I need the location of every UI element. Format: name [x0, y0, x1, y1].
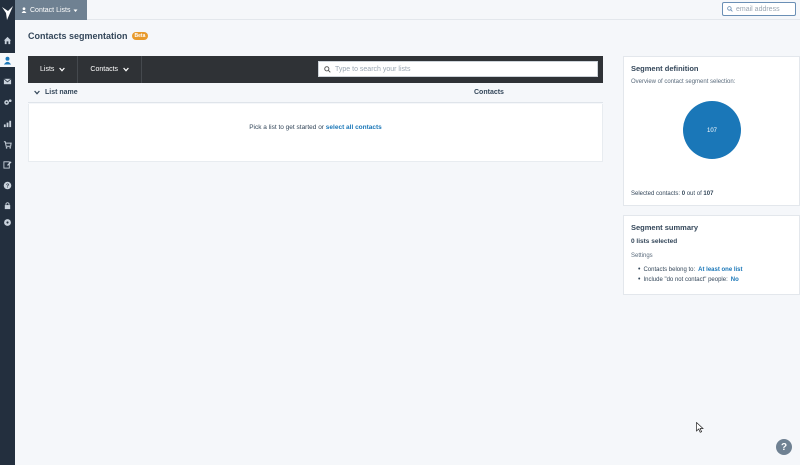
sidebar-item-contacts[interactable] [0, 53, 15, 67]
selected-total: 107 [703, 191, 714, 197]
table-header: List name Contacts [28, 83, 603, 103]
home-icon [3, 36, 12, 44]
chevron-down-icon [34, 90, 40, 95]
column-list-name-label: List name [45, 89, 78, 96]
menu-label: Contact Lists [30, 6, 71, 14]
setting-label: Include "do not contact" people: [643, 276, 728, 283]
segment-definition-title: Segment definition [631, 64, 699, 73]
chevron-down-icon [123, 67, 129, 72]
lists-toolbar: Lists Contacts Type to search your lists [28, 56, 603, 83]
top-bar [15, 0, 800, 20]
segment-summary-panel: Segment summary 0 lists selected Setting… [623, 215, 800, 295]
user-icon [21, 7, 27, 13]
sidebar: ? [0, 0, 15, 465]
sidebar-item-home[interactable] [0, 33, 15, 47]
setting-contacts-belong: Contacts belong to: At least one list [638, 266, 742, 273]
contacts-belong-value-link[interactable]: At least one list [698, 267, 742, 273]
search-icon [727, 6, 733, 12]
reports-icon [3, 120, 12, 127]
chevron-down-icon [59, 67, 66, 72]
sidebar-item-edit[interactable] [0, 157, 15, 171]
empty-message-text: Pick a list to get started or [249, 124, 324, 131]
segment-pie-chart: 107 [683, 101, 741, 159]
setting-label: Contacts belong to: [643, 266, 696, 273]
segment-definition-subtitle: Overview of contact segment selection: [631, 79, 736, 85]
tab-contacts-label: Contacts [90, 66, 119, 73]
tab-lists-label: Lists [40, 66, 55, 73]
search-placeholder: Type to search your lists [335, 65, 411, 73]
pie-value-label: 107 [707, 128, 718, 134]
search-icon [324, 65, 331, 73]
email-placeholder: email address [736, 5, 780, 13]
select-all-contacts-link[interactable]: select all contacts [326, 124, 382, 131]
mouse-cursor-icon [696, 422, 704, 433]
tab-lists[interactable]: Lists [28, 56, 79, 83]
segment-summary-title: Segment summary [631, 223, 699, 232]
edit-icon [3, 160, 12, 169]
selected-mid: out of [686, 191, 702, 197]
caret-down-icon [73, 9, 78, 12]
column-header-list-name[interactable]: List name [34, 89, 78, 96]
cart-icon [3, 140, 12, 149]
column-header-contacts[interactable]: Contacts [474, 89, 504, 96]
sidebar-item-cart[interactable] [0, 137, 15, 151]
selected-contacts-summary: Selected contacts: 0 out of 107 [631, 191, 713, 197]
settings-list: Contacts belong to: At least one list In… [638, 266, 743, 286]
sidebar-item-lock[interactable] [0, 198, 15, 212]
mail-icon [3, 78, 12, 84]
sidebar-item-help[interactable]: ? [0, 178, 15, 192]
table-body: Pick a list to get started or select all… [28, 104, 603, 162]
list-search-input[interactable]: Type to search your lists [318, 61, 598, 77]
lists-selected-count: 0 lists selected [631, 238, 678, 245]
sidebar-item-mail[interactable] [0, 74, 15, 88]
empty-state-message: Pick a list to get started or select all… [29, 124, 602, 131]
email-search-input[interactable]: email address [722, 2, 796, 16]
page-title-row: Contacts segmentation Beta [28, 31, 149, 41]
circle-icon [4, 218, 11, 226]
tab-contacts[interactable]: Contacts [78, 56, 143, 83]
beta-badge: Beta [131, 32, 149, 40]
selected-prefix: Selected contacts: [631, 191, 681, 197]
sidebar-item-misc[interactable] [0, 215, 15, 229]
lock-icon [4, 201, 11, 209]
settings-label: Settings [631, 253, 653, 259]
selected-count: 0 [681, 191, 686, 197]
contact-lists-menu-button[interactable]: Contact Lists [15, 0, 87, 20]
svg-text:?: ? [6, 183, 9, 189]
contacts-icon [3, 56, 12, 65]
page-title: Contacts segmentation [28, 31, 128, 41]
help-icon: ? [3, 181, 12, 189]
help-button[interactable]: ? [776, 439, 792, 455]
app-logo-icon[interactable] [1, 5, 14, 21]
setting-do-not-contact: Include "do not contact" people: No [638, 276, 743, 283]
sidebar-item-settings[interactable] [0, 95, 15, 109]
do-not-contact-value-link[interactable]: No [731, 277, 739, 283]
segment-definition-panel: Segment definition Overview of contact s… [623, 56, 800, 206]
settings-icon [4, 98, 12, 105]
sidebar-item-reports[interactable] [0, 116, 15, 130]
